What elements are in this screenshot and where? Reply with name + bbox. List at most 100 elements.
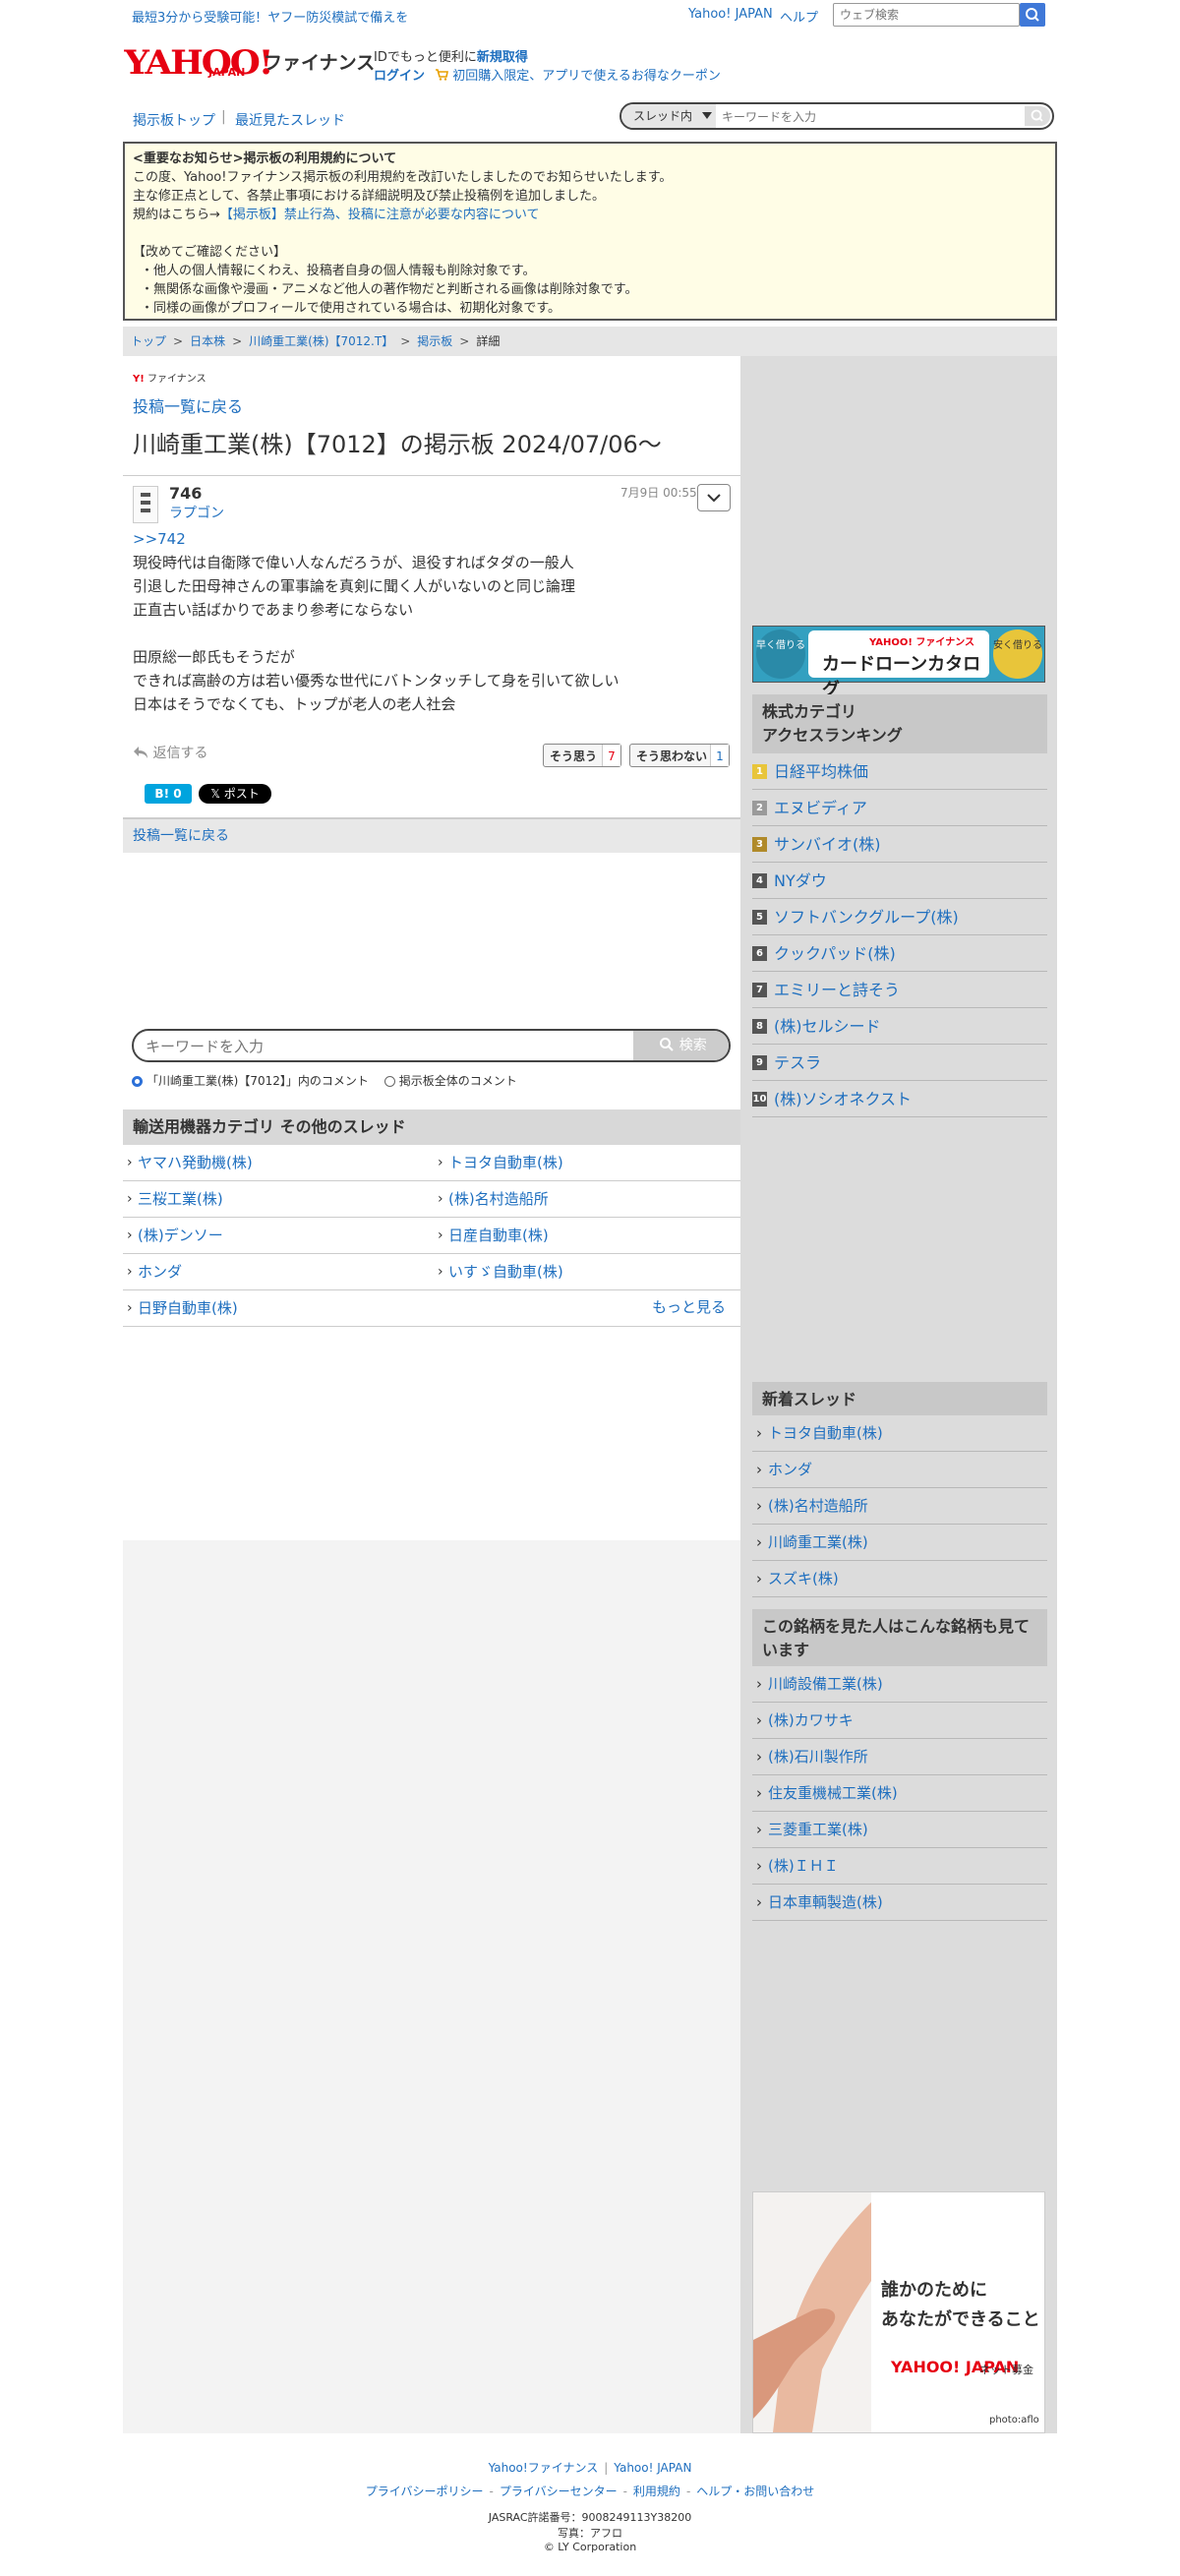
cardloan-cheap-badge: 安く借りる	[993, 629, 1042, 679]
x-post-button[interactable]: 𝕏 ポスト	[199, 784, 271, 804]
web-search-input[interactable]	[833, 3, 1020, 27]
footer-jasrac: JASRAC許諾番号：9008249113Y38200	[488, 2511, 692, 2524]
footer-terms[interactable]: 利用規約	[633, 2485, 680, 2498]
category-thread-link[interactable]: (株)名村造船所	[434, 1181, 740, 1218]
category-threads-heading: 輸送用機器カテゴリ その他のスレッド	[123, 1109, 740, 1145]
ranking-item[interactable]: 8 (株)セルシード	[752, 1008, 1047, 1045]
breadcrumb-stock[interactable]: 川崎重工業(株)【7012.T】	[249, 334, 393, 348]
category-thread-link[interactable]: 三桜工業(株)	[123, 1181, 434, 1218]
radio-all-comments[interactable]: 掲示板全体のコメント	[384, 1074, 517, 1088]
board-search-input[interactable]	[720, 106, 1019, 128]
ranking-item[interactable]: 10 (株)ソシオネクスト	[752, 1081, 1047, 1117]
ranking-label: クックパッド(株)	[774, 944, 896, 963]
radio-selected[interactable]	[132, 1076, 143, 1087]
category-thread-link[interactable]: いすゞ自動車(株)	[434, 1254, 740, 1290]
comment-search-button[interactable]: 検索	[633, 1031, 729, 1060]
ranking-item[interactable]: 2 エヌビディア	[752, 790, 1047, 826]
ranking-item[interactable]: 7 エミリーと詩そう	[752, 972, 1047, 1008]
breadcrumb-top[interactable]: トップ	[131, 334, 166, 348]
footer-privacy-center[interactable]: プライバシーセンター	[500, 2485, 618, 2498]
radio-thread-comments[interactable]: 「川崎重工業(株)【7012】」内のコメント	[132, 1074, 369, 1088]
avatar[interactable]	[133, 486, 158, 523]
reply-button[interactable]: 返信する	[133, 743, 207, 762]
post-line: できれば高齢の方は若い優秀な世代にバトンタッチして身を引いて欲しい	[133, 672, 620, 689]
cardloan-title-box: YAHOO! ファイナンス カードローンカタログ	[808, 630, 989, 700]
post-line	[133, 622, 723, 645]
new-thread-link[interactable]: 川崎重工業(株)	[752, 1525, 1047, 1561]
signup-link[interactable]: 新規取得	[477, 50, 528, 65]
category-thread-link[interactable]: トヨタ自動車(株)	[434, 1145, 740, 1181]
more-threads-link[interactable]: もっと見る	[652, 1296, 726, 1317]
footer-privacy-policy[interactable]: プライバシーポリシー	[366, 2485, 484, 2498]
ranking-number: 3	[752, 837, 767, 852]
post-username[interactable]: ラプゴン	[169, 503, 224, 522]
board-search: スレッド内	[620, 102, 1054, 130]
ranking-number: 9	[752, 1055, 767, 1070]
footer-help[interactable]: ヘルプ・お問い合わせ	[696, 2485, 814, 2498]
disagree-label: そう思わない	[636, 749, 708, 763]
nav-recent-threads[interactable]: 最近見たスレッド	[235, 110, 345, 130]
related-stock-link[interactable]: 住友重機械工業(株)	[752, 1775, 1047, 1812]
comment-search: 検索	[132, 1029, 731, 1062]
web-search-button[interactable]	[1020, 3, 1045, 27]
footer-finance-link[interactable]: Yahoo!ファイナンス	[489, 2461, 599, 2475]
main-column-filler	[123, 1540, 740, 2433]
post: 746 ラプゴン 7月9日 00:55 >>742 現役時代は自衛隊で偉い人なん…	[123, 475, 740, 815]
ranking-item[interactable]: 9 テスラ	[752, 1045, 1047, 1081]
ranking-label: 日経平均株価	[774, 762, 869, 781]
ranking-item[interactable]: 6 クックパッド(株)	[752, 935, 1047, 972]
yahoo-japan-link[interactable]: Yahoo! JAPAN	[688, 7, 773, 22]
finance-logo-text[interactable]: ファイナンス	[264, 48, 375, 75]
category-thread-link[interactable]: (株)デンソー	[123, 1218, 434, 1254]
reply-anchor-link[interactable]: >>742	[133, 527, 723, 551]
hatena-bookmark-button[interactable]: B! 0	[145, 784, 192, 804]
related-stock-link[interactable]: 川崎設備工業(株)	[752, 1666, 1047, 1703]
search-icon	[1026, 8, 1039, 22]
cardloan-banner[interactable]: 早く借りる YAHOO! ファイナンス カードローンカタログ 安く借りる	[752, 626, 1045, 700]
related-stock-link[interactable]: (株)ＩＨＩ	[752, 1848, 1047, 1885]
new-thread-link[interactable]: (株)名村造船所	[752, 1488, 1047, 1525]
ranking-item[interactable]: 1 日経平均株価	[752, 753, 1047, 790]
related-stock-link[interactable]: 三菱重工業(株)	[752, 1812, 1047, 1848]
help-link[interactable]: ヘルプ	[780, 7, 818, 26]
new-thread-link[interactable]: ホンダ	[752, 1452, 1047, 1488]
ranking-item[interactable]: 5 ソフトバンクグループ(株)	[752, 899, 1047, 935]
breadcrumb-board[interactable]: 掲示板	[417, 334, 452, 348]
nav-board-top[interactable]: 掲示板トップ	[133, 110, 215, 130]
hands-photo	[753, 2192, 871, 2432]
back-to-list-link[interactable]: 投稿一覧に戻る	[133, 393, 243, 417]
radio-unselected[interactable]	[384, 1076, 395, 1087]
login-link[interactable]: ログイン	[374, 69, 425, 84]
footer-yj-link[interactable]: Yahoo! JAPAN	[614, 2461, 691, 2475]
small-logo-text: ファイナンス	[148, 374, 206, 385]
related-stock-link[interactable]: (株)石川製作所	[752, 1739, 1047, 1775]
post-line: 田原総一郎氏もそうだが	[133, 648, 295, 666]
new-thread-link[interactable]: スズキ(株)	[752, 1561, 1047, 1597]
comment-search-input[interactable]	[144, 1035, 620, 1058]
related-stock-link[interactable]: (株)カワサキ	[752, 1703, 1047, 1739]
new-thread-link[interactable]: トヨタ自動車(株)	[752, 1415, 1047, 1452]
notice-rules-link[interactable]: 【掲示板】禁止行為、投稿に注意が必要な内容について	[220, 208, 540, 222]
board-search-button[interactable]	[1025, 106, 1050, 126]
promo-link[interactable]: 最短3分から受験可能！ヤフー防災模試で備えを	[132, 7, 408, 26]
breadcrumb-current: 詳細	[476, 334, 501, 348]
agree-button[interactable]: そう思う 7	[543, 744, 621, 767]
donation-banner[interactable]: 誰かのために あなたができること YAHOO! JAPAN ネット募金 phot…	[752, 2191, 1045, 2433]
category-thread-link[interactable]: 日野自動車(株)	[123, 1290, 740, 1327]
related-stock-link[interactable]: 日本車輌製造(株)	[752, 1885, 1047, 1921]
ranking-item[interactable]: 4 NYダウ	[752, 863, 1047, 899]
post-menu-button[interactable]	[697, 484, 731, 511]
back-to-list-bar[interactable]: 投稿一覧に戻る	[123, 817, 740, 853]
category-thread-link[interactable]: ヤマハ発動機(株)	[123, 1145, 434, 1181]
notice-line: 規約はこちら→【掲示板】禁止行為、投稿に注意が必要な内容について	[133, 206, 1047, 224]
breadcrumb-japan-stocks[interactable]: 日本株	[190, 334, 225, 348]
search-scope-select[interactable]: スレッド内	[621, 104, 716, 128]
coupon-link[interactable]: 初回購入限定、アプリで使えるお得なクーポン	[452, 69, 721, 84]
post-number: 746	[169, 484, 203, 503]
yahoo-logo[interactable]: YAHOO!	[124, 43, 273, 83]
category-thread-link[interactable]: 日産自動車(株)	[434, 1218, 740, 1254]
category-thread-link[interactable]: ホンダ	[123, 1254, 434, 1290]
ranking-heading: 株式カテゴリ アクセスランキング	[752, 694, 1047, 753]
ranking-item[interactable]: 3 サンバイオ(株)	[752, 826, 1047, 863]
disagree-button[interactable]: そう思わない 1	[629, 744, 730, 767]
